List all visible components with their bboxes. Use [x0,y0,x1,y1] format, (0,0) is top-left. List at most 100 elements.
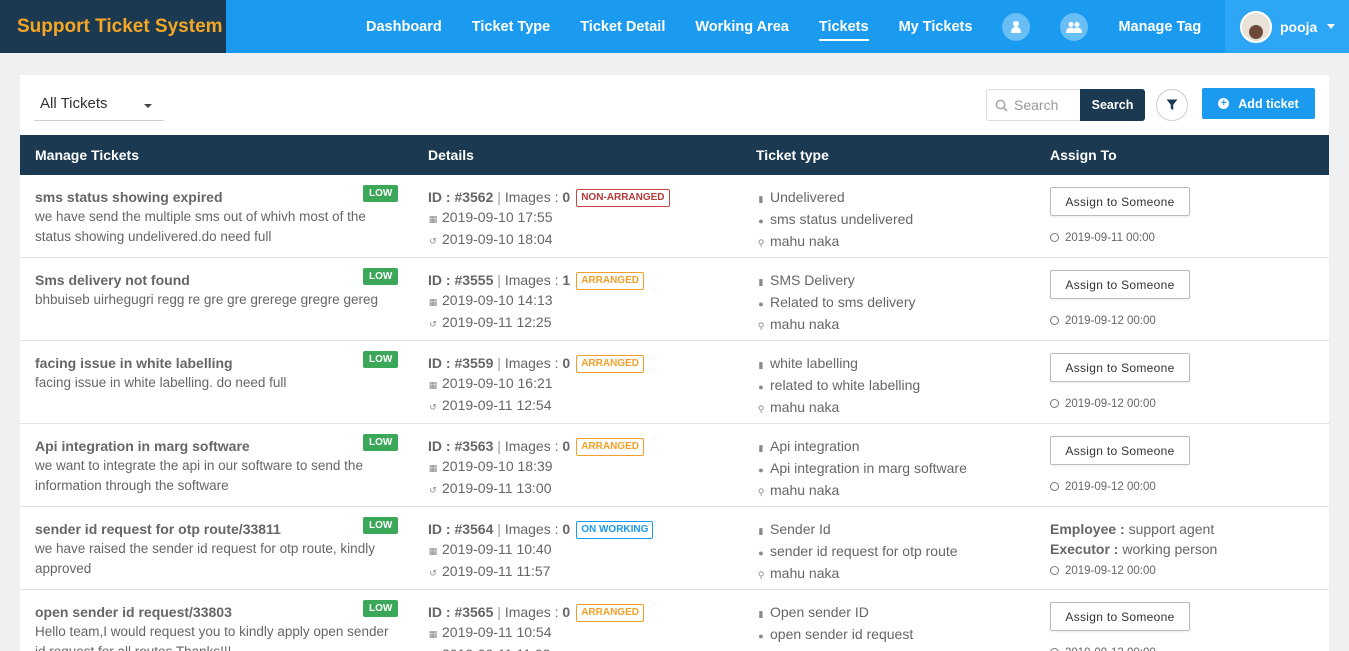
assign-date: 2019-09-11 00:00 [1050,232,1310,244]
assign-button[interactable]: Assign to Someone [1050,602,1190,631]
images-label: Images : [504,355,563,371]
status-badge: ON WORKING [576,521,654,539]
ticket-description: bhbuiseb uirhegugri regg re gre gre grer… [35,292,378,307]
clock-icon [1050,233,1059,242]
agent-icon[interactable] [1002,12,1031,41]
chevron-down-icon [144,104,152,108]
updated-date: 2019-09-11 12:54 [442,397,552,413]
map-pin-icon: ⚲ [757,570,765,580]
map-pin-icon: ⚲ [757,238,765,248]
ticket-subtype: Api integration in marg software [770,460,967,476]
ticket-type: Undelivered [770,189,845,205]
plus-icon: + [1218,98,1230,109]
filter-button[interactable] [1156,89,1188,121]
assign-date: 2019-09-12 00:00 [1050,647,1310,651]
ticket-id: 3562 [462,189,494,205]
table-row[interactable]: Sms delivery not found bhbuiseb uirhegugr… [20,258,1329,341]
add-ticket-button[interactable]: + Add ticket [1202,88,1315,119]
nav-my-tickets[interactable]: My Tickets [884,0,988,53]
status-badge: NON-ARRANGED [576,189,670,207]
table-row[interactable]: Api integration in marg software we want … [20,424,1329,507]
assign-button[interactable]: Assign to Someone [1050,436,1190,465]
user-name: pooja [1280,18,1318,35]
ticket-location: mahu naka [770,316,840,332]
tickets-panel: All Tickets Search + Add ticket Manage T… [20,75,1329,651]
ticket-type: Open sender ID [770,604,869,620]
clock-icon [1050,399,1059,408]
history-icon: ↺ [429,568,437,578]
ticket-type: Sender Id [770,521,831,537]
nav-ticket-detail[interactable]: Ticket Detail [565,0,680,53]
created-date: 2019-09-10 16:21 [442,375,553,391]
priority-badge: LOW [363,600,399,617]
users-group-icon[interactable] [1060,12,1089,41]
building-icon: ▮ [758,194,764,204]
priority-badge: LOW [363,185,399,202]
table-row[interactable]: open sender id request/33803 Hello team,I… [20,590,1329,651]
nav-ticket-type[interactable]: Ticket Type [457,0,565,53]
app-brand[interactable]: Support Ticket System [0,0,226,53]
nav-tickets[interactable]: Tickets [804,0,884,53]
user-menu[interactable]: pooja [1225,0,1349,53]
ticket-summary: sender id request for otp route/33811 we … [35,519,400,579]
nav-working-area[interactable]: Working Area [680,0,803,53]
history-icon: ↺ [428,646,438,651]
ticket-id-label: ID : # [428,272,463,288]
ticket-subtype: open sender id request [770,626,914,642]
building-icon: ▮ [758,526,764,536]
executor-line: Executor : working person [1050,541,1218,557]
ticket-details: ID : #3555 | Images : 1 ARRANGED ▦ 2019-09-… [428,270,728,334]
images-count: 0 [562,355,571,371]
ticket-title[interactable]: facing issue in white labelling [35,353,400,373]
nav-dashboard[interactable]: Dashboard [351,0,457,53]
ticket-location: mahu naka [770,233,840,249]
ticket-location: mahu naka [770,565,840,581]
map-pin-icon: ⚲ [757,404,765,414]
ticket-type-info: ▮ white labelling ● related to white labell… [756,353,1036,419]
ticket-description: Hello team,I would request you to kindly… [35,624,389,651]
images-label: Images : [504,521,563,537]
calendar-icon: ▦ [428,463,438,473]
ticket-id: 3565 [462,604,494,620]
ticket-type-info: ▮ Api integration ● Api integration in marg… [756,436,1036,502]
priority-badge: LOW [363,517,399,534]
images-label: Images : [504,604,563,620]
ticket-id: 3559 [462,355,494,371]
assign-button[interactable]: Assign to Someone [1050,270,1190,299]
ticket-type-info: ▮ SMS Delivery ● Related to sms delivery ⚲ ma… [756,270,1036,336]
ticket-type: SMS Delivery [770,272,855,288]
ticket-title[interactable]: Api integration in marg software [35,436,400,456]
ticket-id-label: ID : # [428,604,463,620]
ticket-filter-select[interactable]: All Tickets [34,91,164,121]
ticket-description: we have send the multiple sms out of whi… [35,209,366,244]
ticket-summary: open sender id request/33803 Hello team,I… [35,602,400,651]
info-icon: ● [758,465,764,475]
calendar-icon: ▦ [428,546,438,556]
info-icon: ● [758,631,764,641]
assign-date: 2019-09-12 00:00 [1050,398,1310,410]
table-row[interactable]: sms status showing expired we have send t… [20,175,1329,258]
add-ticket-label: Add ticket [1238,96,1299,111]
map-pin-icon: ⚲ [757,487,765,497]
ticket-title[interactable]: sender id request for otp route/33811 [35,519,400,539]
info-icon: ● [758,216,764,226]
ticket-summary: sms status showing expired we have send t… [35,187,400,247]
calendar-icon: ▦ [428,297,438,307]
created-date: 2019-09-10 17:55 [442,209,553,225]
search-input[interactable] [1014,97,1076,113]
calendar-icon: ▦ [428,380,438,390]
table-row[interactable]: sender id request for otp route/33811 we … [20,507,1329,590]
assign-button[interactable]: Assign to Someone [1050,353,1190,382]
funnel-icon [1166,99,1178,110]
table-row[interactable]: facing issue in white labelling facing is… [20,341,1329,424]
assign-button[interactable]: Assign to Someone [1050,187,1190,216]
ticket-description: we want to integrate the api in our soft… [35,458,363,493]
col-assign-to: Assign To [1050,147,1117,163]
ticket-title[interactable]: open sender id request/33803 [35,602,400,622]
ticket-title[interactable]: Sms delivery not found [35,270,400,290]
nav-manage-tag[interactable]: Manage Tag [1103,0,1216,53]
search-button[interactable]: Search [1080,89,1145,121]
status-badge: ARRANGED [576,355,644,373]
ticket-title[interactable]: sms status showing expired [35,187,400,207]
ticket-summary: Sms delivery not found bhbuiseb uirhegugr… [35,270,400,310]
